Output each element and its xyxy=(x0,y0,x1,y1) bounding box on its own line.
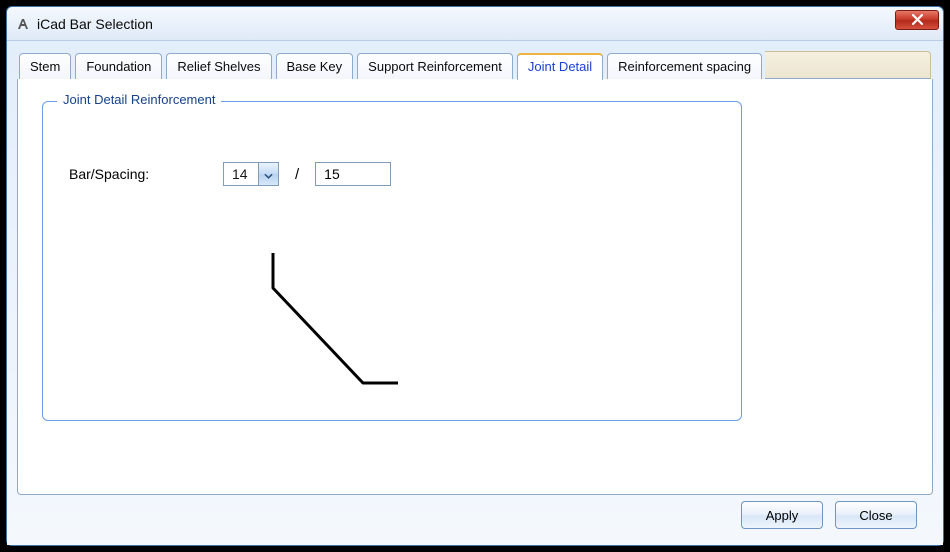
bar-spacing-separator: / xyxy=(293,166,301,183)
close-icon xyxy=(912,13,923,28)
app-window: iCad Bar Selection Stem Foundation Relie… xyxy=(6,6,944,546)
bar-spacing-row: Bar/Spacing: 14 / xyxy=(69,162,715,186)
bar-spacing-label: Bar/Spacing: xyxy=(69,166,209,182)
close-button[interactable]: Close xyxy=(835,501,917,529)
tab-joint-detail[interactable]: Joint Detail xyxy=(517,53,603,80)
bar-shape-diagram xyxy=(223,248,423,411)
apply-button[interactable]: Apply xyxy=(741,501,823,529)
tab-base-key[interactable]: Base Key xyxy=(276,53,354,80)
bar-select[interactable]: 14 xyxy=(223,162,279,186)
app-icon xyxy=(15,16,31,32)
tab-foundation[interactable]: Foundation xyxy=(75,53,162,80)
tab-support-reinforcement[interactable]: Support Reinforcement xyxy=(357,53,513,80)
titlebar: iCad Bar Selection xyxy=(7,7,943,41)
tab-stem[interactable]: Stem xyxy=(19,53,71,80)
tab-filler xyxy=(765,51,931,79)
spacing-input[interactable] xyxy=(315,162,391,186)
bar-select-value: 14 xyxy=(224,166,258,182)
tab-bar: Stem Foundation Relief Shelves Base Key … xyxy=(17,51,933,79)
bar-select-dropdown-button[interactable] xyxy=(258,163,278,185)
window-close-button[interactable] xyxy=(895,10,939,30)
tab-reinforcement-spacing[interactable]: Reinforcement spacing xyxy=(607,53,762,80)
dialog-footer: Apply Close xyxy=(17,495,933,539)
chevron-down-icon xyxy=(264,167,273,182)
window-title: iCad Bar Selection xyxy=(37,16,153,32)
tab-relief-shelves[interactable]: Relief Shelves xyxy=(166,53,271,80)
client-area: Stem Foundation Relief Shelves Base Key … xyxy=(7,41,943,545)
tabpanel-joint-detail: Joint Detail Reinforcement Bar/Spacing: … xyxy=(17,79,933,495)
groupbox-joint-detail-reinforcement: Joint Detail Reinforcement Bar/Spacing: … xyxy=(42,101,742,421)
groupbox-title: Joint Detail Reinforcement xyxy=(57,92,221,107)
